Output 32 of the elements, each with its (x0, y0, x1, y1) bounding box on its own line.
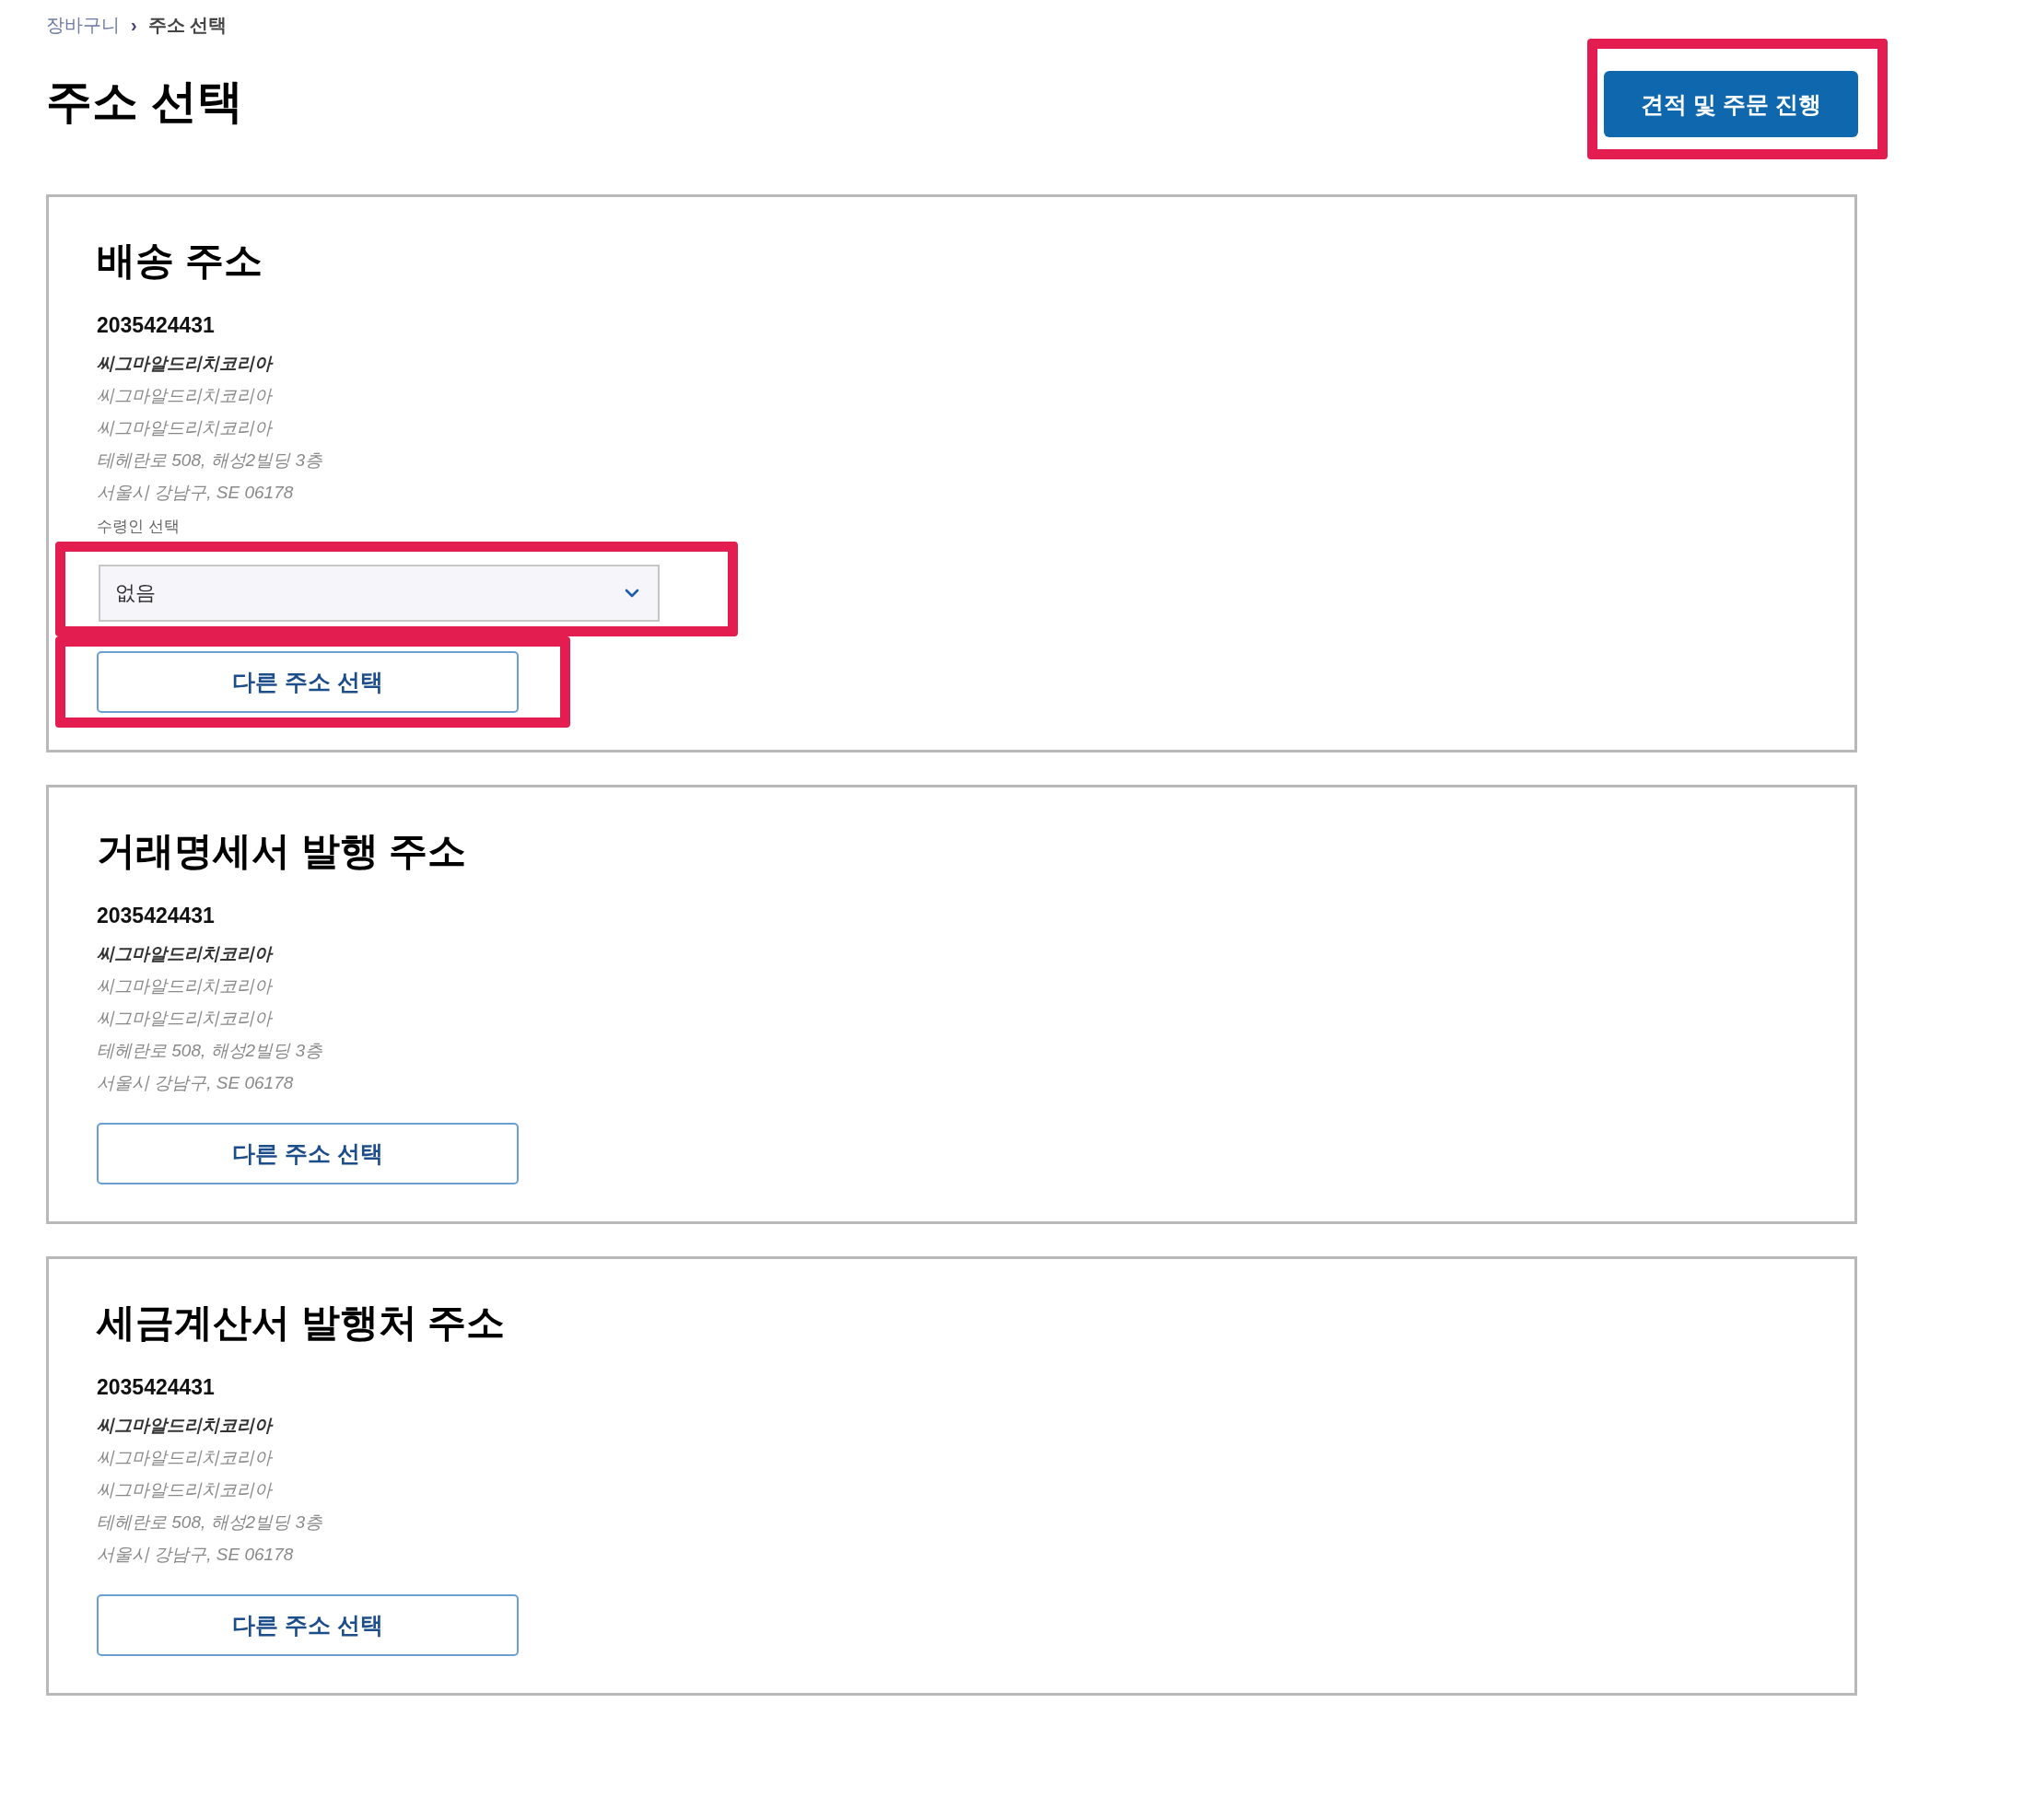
proceed-button[interactable]: 견적 및 주문 진행 (1604, 71, 1858, 137)
recipient-dropdown[interactable]: 없음 (99, 565, 660, 622)
address-line: 서울시 강남구, SE 06178 (97, 1544, 294, 1566)
company-name: 씨그마알드리치코리아 (97, 1415, 272, 1437)
address-line: 테헤란로 508, 해성2빌딩 3층 (97, 1040, 322, 1062)
change-address-button[interactable]: 다른 주소 선택 (97, 651, 519, 713)
change-address-button[interactable]: 다른 주소 선택 (97, 1594, 519, 1656)
breadcrumb-link[interactable]: 장바구니 (46, 12, 120, 38)
address-line: 씨그마알드리치코리아 (97, 1479, 272, 1501)
company-name: 씨그마알드리치코리아 (97, 353, 272, 375)
breadcrumb-current: 주소 선택 (147, 13, 228, 37)
company-name: 씨그마알드리치코리아 (97, 943, 272, 965)
section-title: 세금계산서 발행처 주소 (97, 1300, 506, 1346)
account-number: 2035424431 (97, 312, 215, 339)
field-label: 수령인 선택 (97, 517, 180, 537)
address-line: 씨그마알드리치코리아 (97, 385, 272, 407)
address-line: 테헤란로 508, 해성2빌딩 3층 (97, 1511, 322, 1534)
page-title: 주소 선택 (46, 75, 243, 129)
section-title: 거래명세서 발행 주소 (97, 828, 467, 874)
account-number: 2035424431 (97, 903, 215, 929)
change-address-button[interactable]: 다른 주소 선택 (97, 1123, 519, 1184)
address-line: 서울시 강남구, SE 06178 (97, 1072, 294, 1094)
address-line: 테헤란로 508, 해성2빌딩 3층 (97, 449, 322, 472)
account-number: 2035424431 (97, 1374, 215, 1401)
breadcrumb-separator: › (131, 14, 137, 36)
address-line: 씨그마알드리치코리아 (97, 1447, 272, 1469)
address-line: 씨그마알드리치코리아 (97, 975, 272, 998)
section-title: 배송 주소 (97, 238, 263, 284)
address-line: 씨그마알드리치코리아 (97, 1008, 272, 1030)
address-line: 서울시 강남구, SE 06178 (97, 482, 294, 504)
chevron-down-icon (625, 589, 639, 598)
address-line: 씨그마알드리치코리아 (97, 417, 272, 439)
